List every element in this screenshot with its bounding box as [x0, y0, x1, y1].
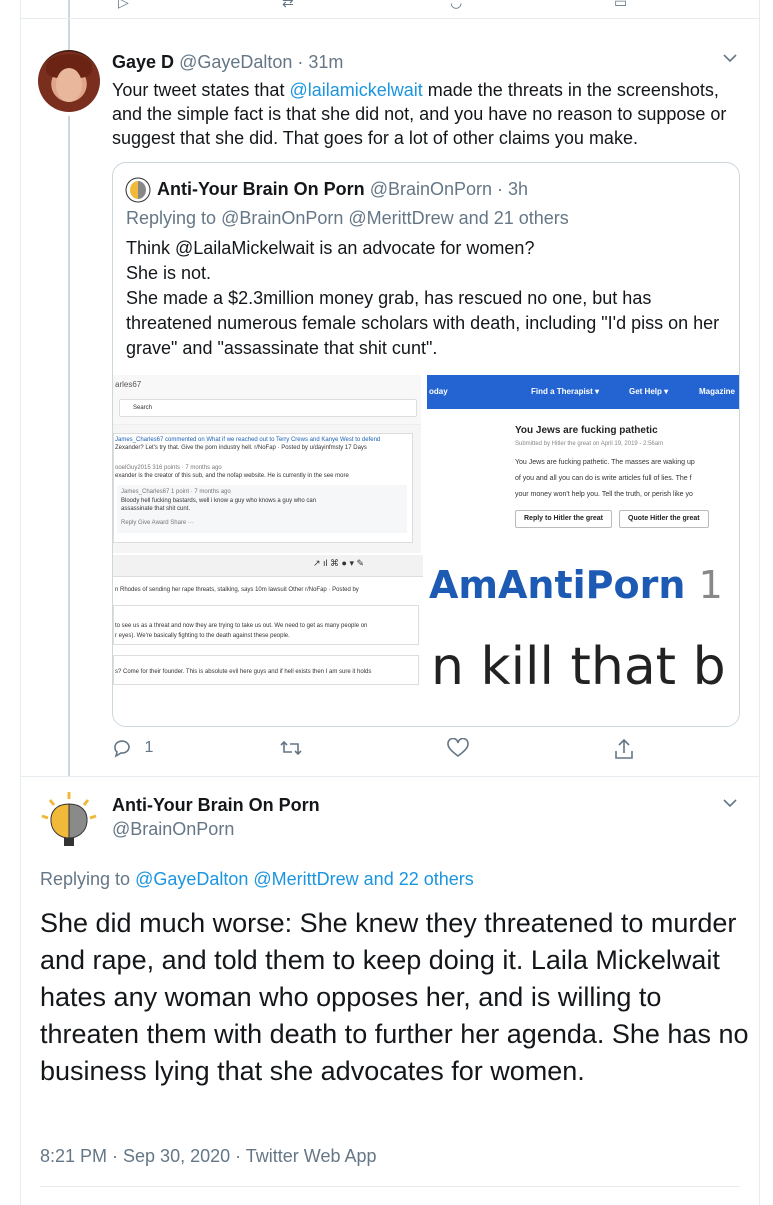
quoted-header: Anti-Your Brain On Porn @BrainOnPorn · 3…: [125, 177, 528, 203]
thread-line: [68, 116, 70, 776]
tweet-text: Your tweet states that @lailamickelwait …: [112, 80, 727, 148]
replying-to: Replying to @GayeDalton @MerittDrew and …: [40, 869, 474, 889]
forum-screenshot-image[interactable]: oday Find a Therapist ▾ Get Help ▾ Magaz…: [427, 375, 739, 553]
retweet-icon[interactable]: ⇄: [282, 0, 294, 11]
reply-button[interactable]: 1: [112, 738, 153, 758]
mention-link[interactable]: @lailamickelwait: [289, 80, 422, 100]
tweet-timestamp[interactable]: 8:21 PM · Sep 30, 2020 · Twitter Web App: [40, 1146, 377, 1167]
like-button[interactable]: [447, 737, 469, 763]
retweet-icon: [280, 740, 302, 762]
share-icon: [614, 738, 634, 764]
reddit-screenshot-image[interactable]: arles67 Search James_Charles67 commented…: [113, 375, 423, 553]
quoted-handle[interactable]: @BrainOnPorn: [370, 179, 492, 199]
tweet-header: Gaye D @GayeDalton · 31m: [112, 52, 343, 73]
quoted-replying-to: Replying to @BrainOnPorn @MerittDrew and…: [126, 208, 569, 228]
nofap-screenshot-image[interactable]: ↗ ıl ⌘ ● ▾ ✎ n Rhodes of sending her rap…: [113, 555, 423, 726]
divider: [20, 776, 760, 777]
previous-tweet-actions: ▷ ⇄ ◡ ▭: [112, 0, 652, 18]
replying-mentions[interactable]: @BrainOnPorn @MerittDrew and 21 others: [221, 208, 569, 228]
share-icon[interactable]: ▭: [614, 0, 627, 11]
user-handle[interactable]: @GayeDalton: [179, 52, 292, 72]
divider: [40, 1186, 740, 1187]
display-name[interactable]: Anti-Your Brain On Porn: [112, 795, 320, 816]
quoted-tweet[interactable]: Anti-Your Brain On Porn @BrainOnPorn · 3…: [112, 162, 740, 727]
replying-mentions[interactable]: @GayeDalton @MerittDrew and 22 others: [135, 869, 474, 889]
like-icon[interactable]: ◡: [450, 0, 462, 11]
zoomed-text-image[interactable]: AmAntiPorn 1 n kill that b: [427, 555, 739, 726]
quoted-display-name[interactable]: Anti-Your Brain On Porn: [157, 179, 365, 199]
chevron-down-icon[interactable]: [722, 795, 738, 811]
thread-line-top: [68, 0, 70, 50]
reply-icon: [112, 739, 136, 758]
divider: [20, 18, 760, 19]
user-handle[interactable]: @BrainOnPorn: [112, 819, 234, 840]
retweet-button[interactable]: [280, 738, 302, 763]
chevron-down-icon[interactable]: [722, 50, 738, 66]
tweet-time[interactable]: · 31m: [297, 52, 343, 72]
tweet-actions: 1: [112, 737, 652, 765]
media-grid[interactable]: arles67 Search James_Charles67 commented…: [113, 375, 739, 726]
avatar[interactable]: [38, 790, 100, 852]
like-icon: [447, 737, 469, 762]
quoted-text: Think @LailaMickelwait is an advocate fo…: [126, 238, 720, 358]
reply-count: 1: [144, 739, 154, 756]
brain-logo-icon: [125, 177, 151, 203]
reply-icon[interactable]: ▷: [118, 0, 129, 11]
tweet-text: She did much worse: She knew they threat…: [40, 908, 749, 1086]
display-name[interactable]: Gaye D: [112, 52, 174, 72]
share-button[interactable]: [614, 738, 634, 765]
quoted-time[interactable]: · 3h: [497, 179, 528, 199]
avatar[interactable]: [38, 50, 100, 112]
